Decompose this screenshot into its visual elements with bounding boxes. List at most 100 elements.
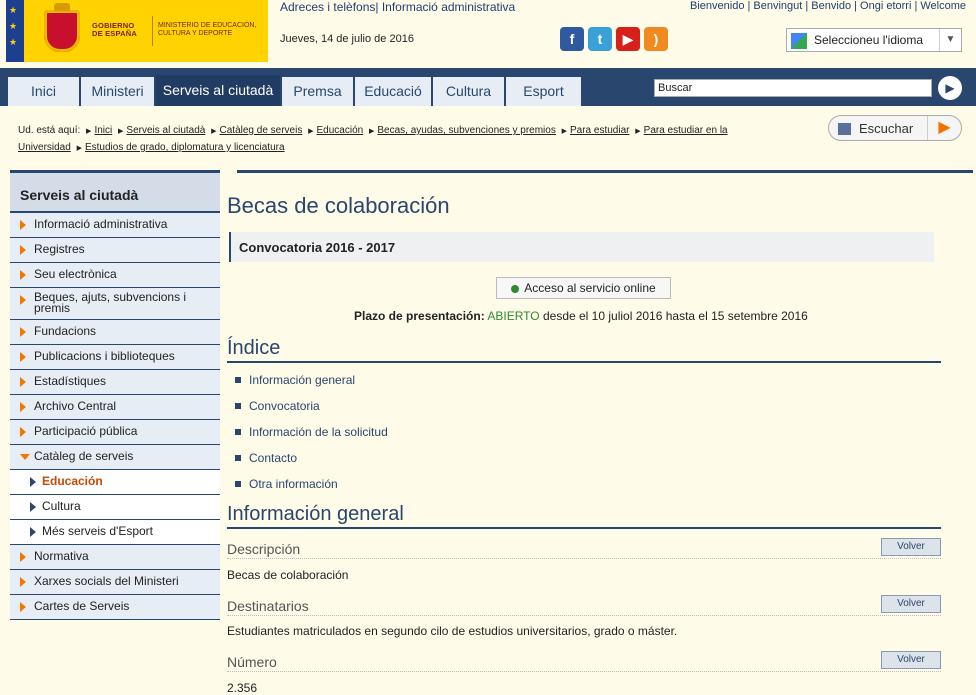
- section-title: Destinatarios: [227, 598, 309, 614]
- sidebar-item[interactable]: Beques, ajuts, subvencions i premis: [10, 288, 220, 320]
- sidebar-item[interactable]: Informació administrativa: [10, 213, 220, 238]
- triangle-right-icon: [20, 577, 26, 587]
- tab-ministeri[interactable]: Ministeri: [81, 77, 155, 106]
- volver-button[interactable]: Volver: [881, 538, 941, 556]
- destinatarios-text: Estudiantes matriculados en segundo cilo…: [227, 624, 678, 638]
- sidebar-item[interactable]: Catàleg de serveis: [10, 445, 220, 470]
- index-list: Información general Convocatoria Informa…: [235, 373, 388, 503]
- adreces-link[interactable]: Adreces i telèfons| Informació administr…: [280, 0, 515, 14]
- escuchar-label: Escuchar: [859, 121, 914, 136]
- triangle-right-icon: [20, 220, 26, 230]
- destinatarios-heading: Destinatarios Volver: [227, 595, 941, 616]
- tab-premsa[interactable]: Premsa: [282, 77, 354, 106]
- tab-esport[interactable]: Esport: [506, 77, 582, 106]
- search-input[interactable]: [654, 79, 932, 97]
- index-link[interactable]: Información general: [235, 373, 388, 399]
- numero-text: 2.356: [227, 681, 258, 695]
- breadcrumb-item[interactable]: Educación: [317, 125, 364, 136]
- crown-icon: [54, 3, 70, 11]
- triangle-right-icon: ▶: [118, 128, 124, 135]
- convocatoria-label: Convocatoria 2016 - 2017: [239, 240, 396, 255]
- sidebar-item[interactable]: Participació pública: [10, 420, 220, 445]
- breadcrumb-item[interactable]: Inici: [94, 125, 112, 136]
- triangle-right-icon: ▶: [308, 128, 314, 135]
- facebook-icon[interactable]: f: [560, 27, 584, 51]
- twitter-icon[interactable]: t: [588, 27, 612, 51]
- tab-cultura[interactable]: Cultura: [433, 77, 505, 106]
- sidebar-item[interactable]: Xarxes socials del Ministeri: [10, 570, 220, 595]
- gov-name: GOBIERNO DE ESPAÑA: [92, 21, 138, 38]
- triangle-right-icon: ▶: [635, 128, 641, 135]
- social-links: f t ▶ ): [560, 27, 668, 51]
- sidebar-item[interactable]: Publicacions i biblioteques: [10, 345, 220, 370]
- youtube-icon[interactable]: ▶: [616, 27, 640, 51]
- play-icon: ▶: [927, 116, 961, 140]
- breadcrumb-item[interactable]: Becas, ayudas, subvenciones y premios: [377, 125, 555, 136]
- index-link[interactable]: Otra información: [235, 477, 388, 503]
- sidebar-item-label: Seu electrònica: [34, 267, 117, 281]
- site-header: ★ ★ ★ GOBIERNO DE ESPAÑA MINISTERIO DE EDU…: [0, 0, 976, 68]
- tab-inici[interactable]: Inici: [8, 77, 80, 106]
- sidebar-item[interactable]: Seu electrònica: [10, 263, 220, 288]
- status-dot-icon: [511, 284, 520, 293]
- sidebar-item[interactable]: Normativa: [10, 545, 220, 570]
- language-links[interactable]: Bienvenido | Benvingut | Benvido | Ongi …: [690, 0, 966, 12]
- triangle-right-icon: [30, 527, 36, 537]
- online-service-button[interactable]: Acceso al servicio online: [496, 277, 671, 299]
- sidebar-item-label: Estadístiques: [34, 374, 107, 388]
- sidebar-item[interactable]: Registres: [10, 238, 220, 263]
- section-title: Descripción: [227, 541, 301, 557]
- plazo-text: Plazo de presentación: ABIERTO desde el …: [354, 309, 808, 323]
- sidebar-item[interactable]: Fundacions: [10, 320, 220, 345]
- breadcrumb-item[interactable]: Para estudiar: [570, 125, 629, 136]
- sidebar: Serveis al ciutadà Informació administra…: [10, 173, 220, 620]
- triangle-right-icon: [20, 295, 26, 305]
- triangle-right-icon: [20, 270, 26, 280]
- sidebar-subitem[interactable]: Educación: [10, 470, 220, 495]
- volver-button[interactable]: Volver: [881, 651, 941, 669]
- sidebar-item-label: Educación: [42, 474, 103, 488]
- search-go-icon[interactable]: ▶: [938, 76, 962, 100]
- tab-educacio[interactable]: Educació: [355, 77, 432, 106]
- tab-serveis[interactable]: Serveis al ciutadà: [156, 75, 281, 106]
- triangle-right-icon: [20, 377, 26, 387]
- sidebar-subitem[interactable]: Més serveis d'Esport: [10, 520, 220, 545]
- main-nav: Inici Ministeri Serveis al ciutadà Prems…: [0, 68, 976, 106]
- chevron-down-icon: ▼: [939, 29, 961, 51]
- current-date: Jueves, 14 de julio de 2016: [280, 33, 414, 45]
- triangle-right-icon: [20, 327, 26, 337]
- sidebar-item-label: Publicacions i biblioteques: [34, 349, 175, 363]
- index-link[interactable]: Contacto: [235, 451, 388, 477]
- sidebar-title: Serveis al ciutadà: [10, 173, 220, 213]
- triangle-right-icon: ▶: [561, 128, 567, 135]
- triangle-right-icon: ▶: [211, 128, 217, 135]
- sidebar-subitem[interactable]: Cultura: [10, 495, 220, 520]
- sidebar-item-label: Cultura: [42, 499, 81, 513]
- sidebar-item-label: Normativa: [34, 549, 89, 563]
- sidebar-item-label: Fundacions: [34, 324, 97, 338]
- sidebar-item[interactable]: Estadístiques: [10, 370, 220, 395]
- index-link[interactable]: Convocatoria: [235, 399, 388, 425]
- government-logo[interactable]: GOBIERNO DE ESPAÑA MINISTERIO DE EDUCACI…: [24, 0, 268, 62]
- descripcion-text: Becas de colaboración: [227, 568, 349, 582]
- sidebar-item[interactable]: Archivo Central: [10, 395, 220, 420]
- language-select[interactable]: Seleccioneu l'idioma ▼: [786, 28, 962, 52]
- volver-button[interactable]: Volver: [881, 595, 941, 613]
- rss-icon[interactable]: ): [644, 27, 668, 51]
- descripcion-heading: Descripción Volver: [227, 538, 941, 559]
- triangle-right-icon: ▶: [86, 128, 92, 135]
- page-title: Becas de colaboración: [227, 193, 450, 218]
- index-heading: Índice: [227, 337, 941, 363]
- sidebar-item[interactable]: Cartes de Serveis: [10, 595, 220, 620]
- triangle-right-icon: [20, 552, 26, 562]
- sidebar-item-label: Participació pública: [34, 424, 138, 438]
- index-link[interactable]: Información de la solicitud: [235, 425, 388, 451]
- speaker-icon: [838, 123, 851, 135]
- breadcrumb-item[interactable]: Estudios de grado, diplomatura y licenci…: [85, 142, 285, 153]
- breadcrumb-item[interactable]: Catàleg de serveis: [220, 125, 303, 136]
- google-translate-icon: [791, 33, 807, 49]
- breadcrumb-item[interactable]: Serveis al ciutadà: [126, 125, 205, 136]
- escuchar-button[interactable]: Escuchar ▶: [828, 115, 962, 141]
- sidebar-item-label: Archivo Central: [34, 399, 117, 413]
- triangle-down-icon: [20, 454, 30, 460]
